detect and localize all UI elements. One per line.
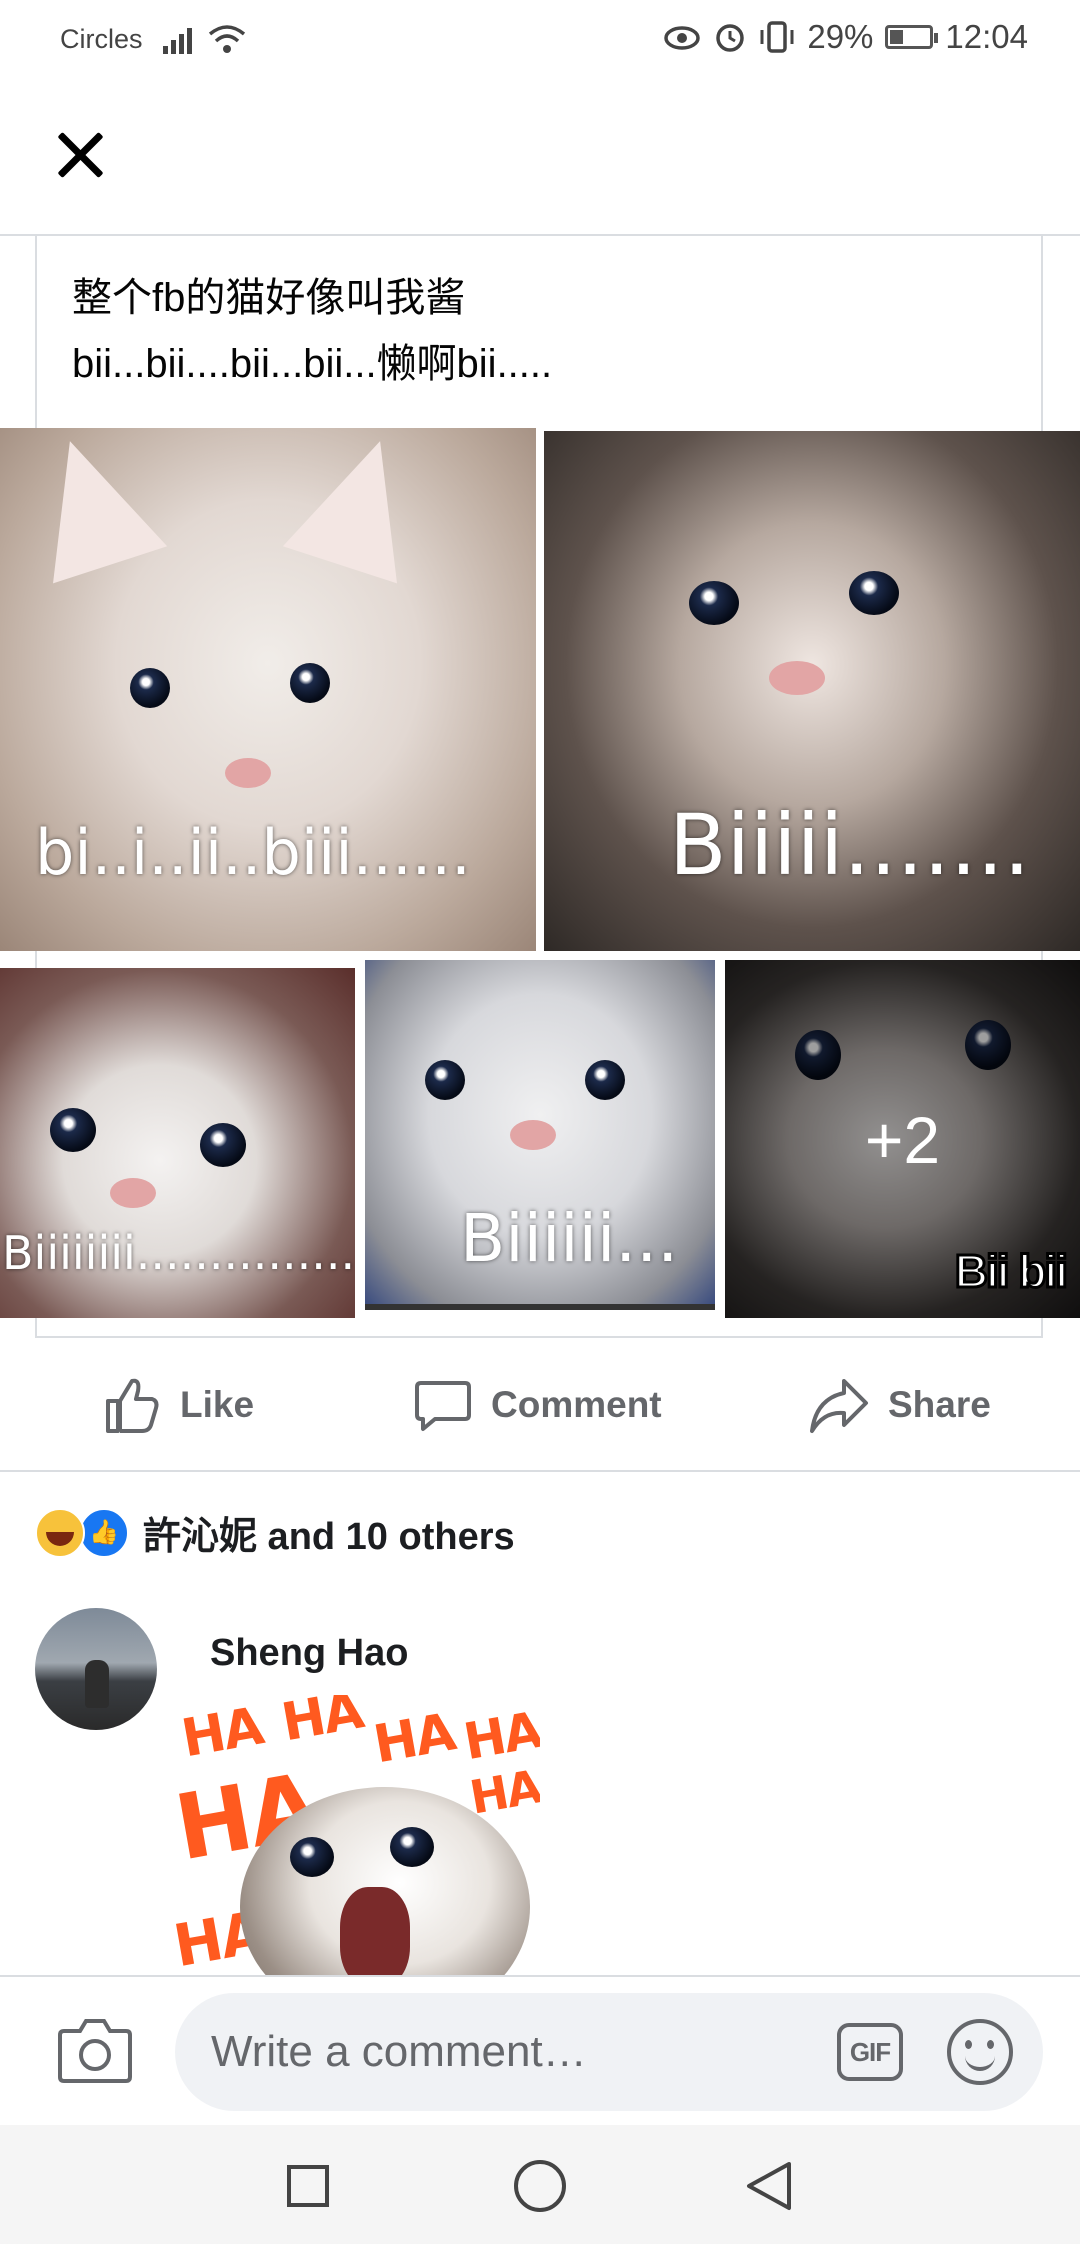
reactions-text: 許沁妮 and 10 others	[143, 1516, 515, 1558]
eye-icon	[664, 26, 701, 50]
like-button[interactable]: Like	[102, 1372, 254, 1438]
vibrate-icon	[760, 21, 794, 53]
alarm-icon	[716, 24, 745, 52]
comment-label: Comment	[491, 1384, 662, 1425]
post-image-1[interactable]: bi..i..ii..biii......	[0, 428, 536, 951]
image-caption: Biiiiiiii................	[2, 1226, 355, 1280]
image-caption: Biiiiii...	[460, 1200, 679, 1277]
top-bar	[0, 80, 1080, 236]
status-bar: Circles 29% 12:04	[0, 0, 1080, 80]
more-images-count: +2	[864, 1103, 941, 1177]
post-text: 整个fb的猫好像叫我酱 bii...bii....bii...bii...懒啊b…	[72, 276, 553, 386]
like-reaction-icon: 👍	[79, 1507, 129, 1558]
home-icon[interactable]	[514, 2160, 566, 2212]
avatar[interactable]	[35, 1608, 157, 1730]
comment-placeholder: Write a comment…	[211, 2027, 587, 2076]
close-icon[interactable]	[55, 130, 105, 180]
like-label: Like	[180, 1384, 255, 1425]
image-caption: Bii bii	[953, 1244, 1069, 1299]
post-image-5[interactable]: +2 Bii bii	[725, 960, 1080, 1318]
signal-icon	[163, 28, 192, 54]
camera-icon[interactable]	[58, 2015, 132, 2085]
image-caption: Biiiii.......	[669, 796, 1031, 894]
post-actions: Like Comment Share	[0, 1340, 1080, 1472]
gif-icon[interactable]: GIF	[837, 2023, 903, 2081]
comment-author[interactable]: Sheng Hao	[210, 1632, 408, 1675]
share-label: Share	[888, 1384, 991, 1425]
recents-icon[interactable]	[287, 2165, 329, 2207]
wifi-icon	[208, 25, 246, 53]
battery-percent: 29%	[807, 18, 874, 55]
battery-icon	[885, 25, 939, 49]
post-image-4[interactable]: Biiiiii...	[365, 960, 715, 1310]
comment-button[interactable]: Comment	[413, 1372, 662, 1438]
carrier-name: Circles	[60, 24, 143, 54]
comment-input[interactable]: Write a comment… GIF	[175, 1993, 1043, 2111]
post-image-3[interactable]: Biiiiiiii................	[0, 968, 355, 1318]
clock: 12:04	[945, 18, 1028, 55]
image-caption: bi..i..ii..biii......	[35, 816, 471, 889]
status-right: 29% 12:04	[663, 18, 1028, 56]
back-icon[interactable]	[745, 2160, 793, 2212]
reactions-summary[interactable]: 👍 許沁妮 and 10 others	[35, 1505, 515, 1560]
emoji-icon[interactable]	[947, 2019, 1013, 2085]
share-icon	[810, 1379, 868, 1433]
comment-icon	[415, 1381, 471, 1431]
comment-sticker[interactable]: HA HA HA HA HA HA HA	[170, 1695, 540, 1975]
like-icon	[106, 1378, 159, 1433]
share-button[interactable]: Share	[808, 1372, 991, 1438]
post-image-2[interactable]: Biiiii.......	[544, 431, 1080, 951]
haha-reaction-icon	[35, 1507, 85, 1558]
